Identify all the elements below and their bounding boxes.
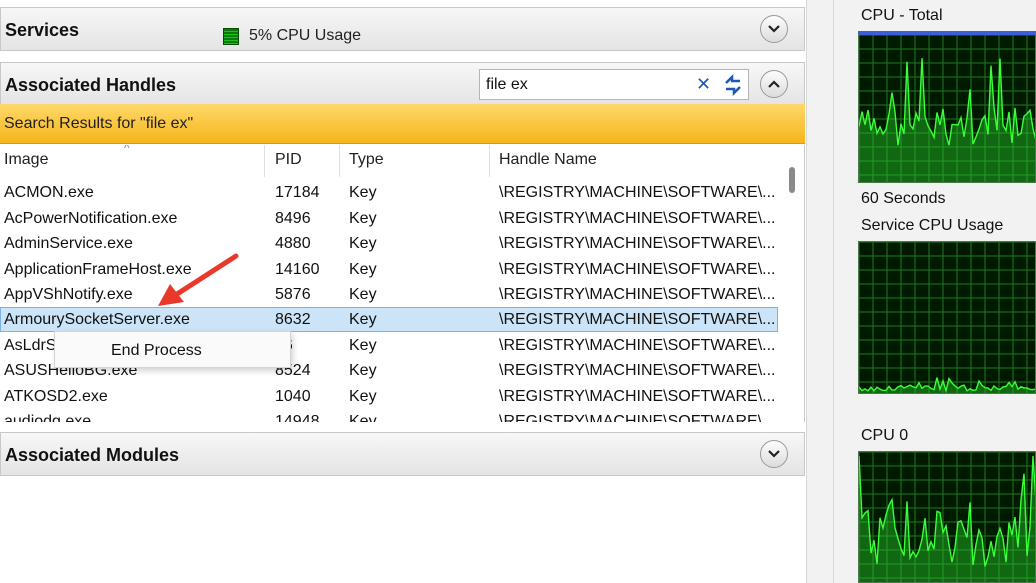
cell-pid: 8632: [275, 311, 311, 328]
table-row[interactable]: ACMON.exe 17184 Key \REGISTRY\MACHINE\SOFTW…: [0, 181, 778, 206]
search-results-banner: Search Results for "file ex": [0, 104, 805, 144]
cell-type: Key: [349, 388, 377, 405]
column-header-type[interactable]: Type: [349, 151, 384, 169]
cell-pid: 4880: [275, 235, 311, 252]
cell-handle: \REGISTRY\MACHINE\SOFTWARE\...: [499, 337, 776, 354]
table-row[interactable]: AppVShNotify.exe 5876 Key \REGISTRY\MACHINE…: [0, 283, 778, 308]
search-input-value: file ex: [486, 76, 528, 93]
end-process-menu-item[interactable]: End Process: [111, 342, 202, 360]
cell-type: Key: [349, 413, 377, 422]
cpu-total-graph: [858, 31, 1036, 183]
cell-pid: 17184: [275, 184, 320, 201]
cpu0-graph: [858, 451, 1036, 583]
cell-image: AppVShNotify.exe: [4, 286, 133, 303]
sort-ascending-icon: ^: [124, 145, 130, 155]
cell-pid: 1040: [275, 388, 311, 405]
cell-type: Key: [349, 337, 377, 354]
column-divider[interactable]: [264, 145, 265, 177]
cell-handle: \REGISTRY\MACHINE\SOFTWARE\...: [499, 388, 776, 405]
main-panel: Services 5% CPU Usage Associated Handles…: [0, 0, 806, 583]
table-row[interactable]: ApplicationFrameHost.exe 14160 Key \REGISTR…: [0, 258, 778, 283]
cell-handle: \REGISTRY\MACHINE\SOFTWARE\...: [499, 311, 776, 328]
cell-type: Key: [349, 311, 377, 328]
cell-pid: 14948: [275, 413, 320, 422]
expand-services-chevron-down-icon[interactable]: [760, 15, 788, 43]
context-menu: End Process: [54, 331, 291, 368]
modules-section-header[interactable]: Associated Modules: [0, 432, 805, 476]
cpu-usage-text: 5% CPU Usage: [249, 27, 362, 44]
collapse-handles-chevron-up-icon[interactable]: [760, 70, 788, 98]
handle-search-input[interactable]: file ex ✕: [479, 69, 749, 100]
cell-image: AsLdrS: [4, 337, 57, 354]
expand-modules-chevron-down-icon[interactable]: [760, 440, 788, 468]
cell-image: AdminService.exe: [4, 235, 133, 252]
column-header-image[interactable]: Image: [4, 151, 48, 169]
cpu-meter-icon: [223, 28, 239, 45]
search-results-text: Search Results for "file ex": [4, 115, 194, 132]
cpu-total-label: CPU - Total: [861, 7, 943, 24]
refresh-search-icon[interactable]: [720, 73, 746, 97]
cell-image: AcPowerNotification.exe: [4, 210, 178, 227]
column-header-pid[interactable]: PID: [275, 151, 302, 169]
cell-type: Key: [349, 286, 377, 303]
timespan-label: 60 Seconds: [861, 190, 946, 207]
cell-handle: \REGISTRY\MACHINE\SOFTWARE\...: [499, 413, 776, 422]
handles-table: ^ Image PID Type Handle Name ACMON.exe 17…: [0, 145, 805, 422]
table-row[interactable]: AdminService.exe 4880 Key \REGISTRY\MACHINE…: [0, 232, 778, 257]
table-row[interactable]: audiodg.exe 14948 Key \REGISTRY\MACHINE\SOF…: [0, 410, 778, 422]
clear-search-icon[interactable]: ✕: [696, 74, 711, 95]
cell-pid: 8496: [275, 210, 311, 227]
pane-splitter[interactable]: [806, 0, 844, 583]
services-section-header[interactable]: Services 5% CPU Usage: [0, 7, 805, 51]
cell-image: ArmourySocketServer.exe: [4, 311, 190, 328]
table-row[interactable]: ATKOSD2.exe 1040 Key \REGISTRY\MACHINE\SOFT…: [0, 385, 778, 410]
cell-handle: \REGISTRY\MACHINE\SOFTWARE\...: [499, 235, 776, 252]
vertical-scrollbar-thumb[interactable]: [789, 167, 795, 193]
column-header-handle-name[interactable]: Handle Name: [499, 151, 597, 169]
service-cpu-graph: [858, 241, 1036, 394]
modules-title: Associated Modules: [5, 445, 180, 465]
cell-pid: 14160: [275, 261, 320, 278]
cell-image: ATKOSD2.exe: [4, 388, 108, 405]
cell-type: Key: [349, 184, 377, 201]
cell-image: ACMON.exe: [4, 184, 94, 201]
side-graphs-panel: CPU - Total 60 Seconds Service CPU Usage…: [844, 0, 1036, 583]
cell-pid: 5876: [275, 286, 311, 303]
cell-handle: \REGISTRY\MACHINE\SOFTWARE\...: [499, 286, 776, 303]
column-divider[interactable]: [339, 145, 340, 177]
cell-handle: \REGISTRY\MACHINE\SOFTWARE\...: [499, 261, 776, 278]
services-title: Services: [5, 20, 80, 40]
table-row[interactable]: ArmourySocketServer.exe 8632 Key \REGISTRY\…: [0, 307, 778, 332]
cell-type: Key: [349, 235, 377, 252]
cell-handle: \REGISTRY\MACHINE\SOFTWARE\...: [499, 362, 776, 379]
service-cpu-label: Service CPU Usage: [861, 217, 1004, 234]
cpu0-label: CPU 0: [861, 427, 909, 444]
cell-handle: \REGISTRY\MACHINE\SOFTWARE\...: [499, 184, 776, 201]
cell-image: audiodg.exe: [4, 413, 92, 422]
cell-type: Key: [349, 210, 377, 227]
handles-title: Associated Handles: [5, 75, 177, 95]
cell-type: Key: [349, 261, 377, 278]
column-divider[interactable]: [489, 145, 490, 177]
cell-handle: \REGISTRY\MACHINE\SOFTWARE\...: [499, 210, 776, 227]
annotation-arrow-icon: [158, 253, 239, 306]
cell-type: Key: [349, 362, 377, 379]
table-row[interactable]: AcPowerNotification.exe 8496 Key \REGISTRY\…: [0, 207, 778, 232]
